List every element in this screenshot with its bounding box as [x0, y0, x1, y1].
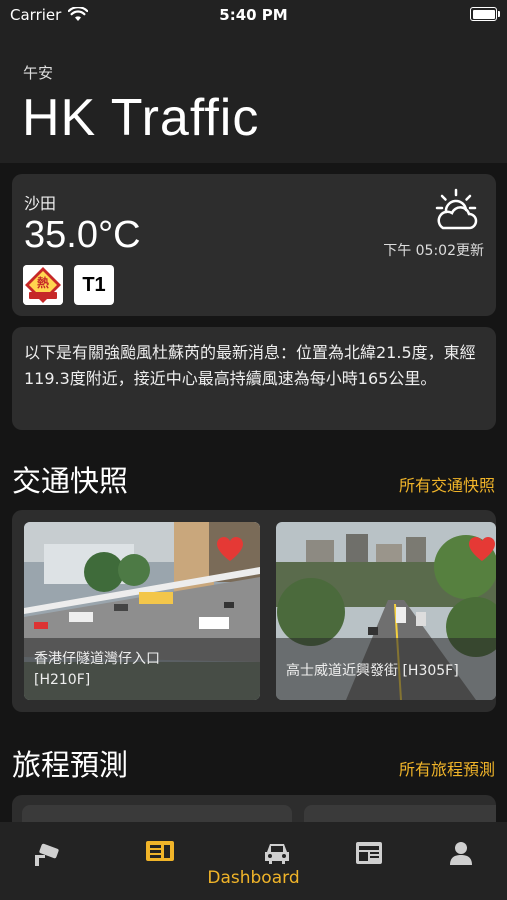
traffic-snapshots-carousel[interactable]: 香港仔隧道灣仔入口 [H210F] 高士威道近興發街 [H305F]: [12, 510, 496, 712]
snapshot-card[interactable]: 香港仔隧道灣仔入口 [H210F]: [24, 522, 260, 700]
news-text: 以下是有關強颱風杜蘇芮的最新消息：位置為北緯21.5度，東經119.3度附近，接…: [24, 343, 476, 388]
snapshot-name: 高士威道近興發街 [H305F]: [286, 663, 459, 679]
news-icon: [356, 842, 382, 864]
dashboard-icon: [146, 841, 174, 861]
clock: 5:40 PM: [219, 6, 288, 24]
cloudy-sun-icon: [435, 188, 478, 230]
weather-card[interactable]: 沙田 35.0°C 熱 T1 下午 05:02更新: [12, 174, 496, 316]
tab-profile[interactable]: [431, 840, 491, 880]
tab-bar: Dashboard: [0, 822, 507, 900]
profile-icon: [450, 842, 472, 865]
weather-updated-time: 下午 05:02更新: [383, 243, 484, 259]
battery-icon: [470, 7, 500, 21]
all-traffic-snapshots-link[interactable]: 所有交通快照: [399, 472, 495, 496]
header: 午安 HK Traffic: [0, 30, 507, 163]
page-title: HK Traffic: [22, 89, 260, 147]
very-hot-warning-icon: 熱: [23, 265, 63, 305]
all-journey-predictions-link[interactable]: 所有旅程預測: [399, 756, 495, 780]
weather-temperature: 35.0°C: [24, 214, 141, 256]
snapshot-code: [H210F]: [34, 672, 91, 688]
snapshot-caption: 高士威道近興發街 [H305F]: [276, 638, 496, 700]
car-icon: [265, 844, 289, 864]
snapshot-name: 香港仔隧道灣仔入口: [34, 651, 160, 667]
favorite-heart-icon[interactable]: [216, 536, 244, 562]
snapshot-caption: 香港仔隧道灣仔入口 [H210F]: [24, 638, 260, 700]
favorite-heart-icon[interactable]: [468, 536, 496, 562]
weather-district: 沙田: [24, 194, 57, 213]
journey-prediction-title: 旅程預測: [12, 748, 129, 782]
typhoon-signal-1-icon: T1: [74, 265, 114, 305]
very-hot-glyph: 熱: [37, 275, 49, 290]
tab-news[interactable]: [339, 840, 399, 880]
status-bar: Carrier 5:40 PM: [0, 0, 507, 30]
greeting: 午安: [23, 64, 54, 82]
traffic-camera-icon: [35, 843, 59, 866]
snapshot-card[interactable]: 高士威道近興發街 [H305F]: [276, 522, 496, 700]
news-card[interactable]: 以下是有關強颱風杜蘇芮的最新消息：位置為北緯21.5度，東經119.3度附近，接…: [12, 327, 496, 430]
tab-journey[interactable]: [247, 840, 307, 880]
traffic-snapshots-title: 交通快照: [12, 464, 129, 498]
